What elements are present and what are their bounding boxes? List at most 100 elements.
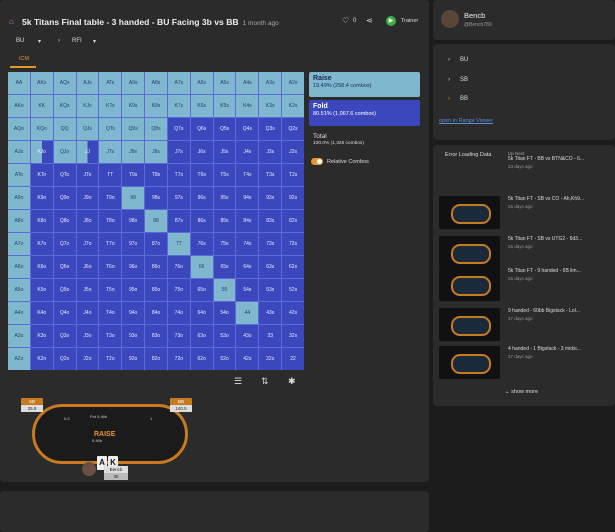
hand-cell[interactable]: 97s bbox=[167, 187, 190, 209]
hand-cell[interactable]: AJs bbox=[76, 72, 99, 94]
heart-icon[interactable]: ♡ bbox=[342, 16, 349, 25]
hand-cell[interactable]: T2o bbox=[99, 348, 122, 370]
hand-cell[interactable]: K3o bbox=[30, 325, 53, 347]
hand-cell[interactable]: T5s bbox=[213, 164, 236, 186]
hand-cell[interactable]: 98s bbox=[145, 187, 167, 209]
related-video-item[interactable]: 5k Titan FT - SB vs UTG2 - 6d3... 26 days… bbox=[508, 236, 613, 249]
hand-cell[interactable]: QTo bbox=[53, 164, 76, 186]
hand-cell[interactable]: Q6s bbox=[190, 118, 213, 140]
hand-cell[interactable]: 93o bbox=[122, 325, 145, 347]
show-more-button[interactable]: ⌄ show more bbox=[505, 389, 538, 395]
hand-cell[interactable]: 83o bbox=[145, 325, 167, 347]
hand-cell[interactable]: T8s bbox=[145, 164, 167, 186]
hand-cell[interactable]: KTs bbox=[99, 95, 122, 117]
hand-cell[interactable]: A9s bbox=[122, 72, 145, 94]
hand-cell[interactable]: J3o bbox=[76, 325, 99, 347]
hand-cell[interactable]: A9o bbox=[8, 187, 30, 209]
hand-cell[interactable]: 82o bbox=[145, 348, 167, 370]
hand-cell[interactable]: J6o bbox=[76, 256, 99, 278]
hand-cell[interactable]: A2s bbox=[282, 72, 304, 94]
hand-cell[interactable]: 85s bbox=[213, 210, 236, 232]
hand-cell[interactable]: JJ bbox=[76, 141, 99, 163]
hand-cell[interactable]: 53o bbox=[213, 325, 236, 347]
hand-cell[interactable]: A6s bbox=[190, 72, 213, 94]
seat-bb[interactable]: BB 140.5 bbox=[170, 398, 192, 412]
hand-cell[interactable]: J8s bbox=[145, 141, 167, 163]
hand-cell[interactable]: Q5s bbox=[213, 118, 236, 140]
hand-cell[interactable]: T3o bbox=[99, 325, 122, 347]
hand-cell[interactable]: KQs bbox=[53, 95, 76, 117]
hand-cell[interactable]: A7o bbox=[8, 233, 30, 255]
hand-cell[interactable]: 92s bbox=[282, 187, 304, 209]
hand-cell[interactable]: K4o bbox=[30, 302, 53, 324]
hand-cell[interactable]: AKo bbox=[8, 95, 30, 117]
hand-cell[interactable]: 96o bbox=[122, 256, 145, 278]
hand-cell[interactable]: 77 bbox=[167, 233, 190, 255]
hand-cell[interactable]: K2s bbox=[282, 95, 304, 117]
relative-combos-toggle[interactable] bbox=[311, 158, 323, 165]
hand-cell[interactable]: T4s bbox=[236, 164, 259, 186]
hand-cell[interactable]: J5o bbox=[76, 279, 99, 301]
video-thumbnail[interactable] bbox=[439, 346, 500, 379]
related-video-item[interactable]: 5k Titan FT - 9 handed - 6B lim... 26 day… bbox=[508, 268, 613, 281]
hand-cell[interactable]: 62s bbox=[282, 256, 304, 278]
hand-cell[interactable]: Q3o bbox=[53, 325, 76, 347]
hand-cell[interactable]: Q6o bbox=[53, 256, 76, 278]
hand-cell[interactable]: T9o bbox=[99, 187, 122, 209]
hand-cell[interactable]: 42o bbox=[236, 348, 259, 370]
hand-cell[interactable]: 96s bbox=[190, 187, 213, 209]
hand-cell[interactable]: K8o bbox=[30, 210, 53, 232]
hand-cell[interactable]: K9o bbox=[30, 187, 53, 209]
hand-cell[interactable]: 83s bbox=[259, 210, 282, 232]
open-range-viewer-link[interactable]: open in Range Viewer bbox=[439, 118, 493, 124]
hand-cell[interactable]: 84s bbox=[236, 210, 259, 232]
hand-cell[interactable]: 32s bbox=[282, 325, 304, 347]
nav-item-sb[interactable]: › SB bbox=[448, 77, 468, 83]
hand-cell[interactable]: T4o bbox=[99, 302, 122, 324]
hand-cell[interactable]: K4s bbox=[236, 95, 259, 117]
hand-cell[interactable]: A5s bbox=[213, 72, 236, 94]
hand-cell[interactable]: 75s bbox=[213, 233, 236, 255]
hand-cell[interactable]: QQ bbox=[53, 118, 76, 140]
hand-cell[interactable]: T2s bbox=[282, 164, 304, 186]
hand-cell[interactable]: 98o bbox=[122, 210, 145, 232]
list-icon[interactable]: ☰ bbox=[234, 376, 242, 387]
hand-cell[interactable]: KJs bbox=[76, 95, 99, 117]
hand-cell[interactable]: T5o bbox=[99, 279, 122, 301]
hand-cell[interactable]: 62o bbox=[190, 348, 213, 370]
trainer-button[interactable]: Trainer bbox=[401, 18, 418, 24]
hand-cell[interactable]: 95o bbox=[122, 279, 145, 301]
hand-cell[interactable]: A3s bbox=[259, 72, 282, 94]
hand-cell[interactable]: K6s bbox=[190, 95, 213, 117]
hand-cell[interactable]: 87s bbox=[167, 210, 190, 232]
hand-cell[interactable]: J2o bbox=[76, 348, 99, 370]
play-icon[interactable]: ▶ bbox=[386, 16, 396, 26]
hand-cell[interactable]: A6o bbox=[8, 256, 30, 278]
hand-cell[interactable]: 53s bbox=[259, 279, 282, 301]
hand-cell[interactable]: Q4s bbox=[236, 118, 259, 140]
hand-cell[interactable]: JTo bbox=[76, 164, 99, 186]
hand-cell[interactable]: 65o bbox=[190, 279, 213, 301]
related-video-item[interactable]: 5k Titan FT - SB vs CO - Ah,Kh9... 26 day… bbox=[508, 196, 613, 209]
hand-cell[interactable]: 74s bbox=[236, 233, 259, 255]
related-video-item[interactable]: 4 handed - 1 Bigstack - 3 midsi... 27 day… bbox=[508, 346, 613, 359]
hand-cell[interactable]: 66 bbox=[190, 256, 213, 278]
hand-cell[interactable]: J5s bbox=[213, 141, 236, 163]
hand-cell[interactable]: Q9s bbox=[122, 118, 145, 140]
hand-cell[interactable]: J7o bbox=[76, 233, 99, 255]
hand-cell[interactable]: J2s bbox=[282, 141, 304, 163]
hand-cell[interactable]: TT bbox=[99, 164, 122, 186]
sort-icon[interactable]: ⇅ bbox=[261, 376, 269, 387]
hand-cell[interactable]: 63o bbox=[190, 325, 213, 347]
share-icon[interactable]: ⋖ bbox=[366, 16, 373, 25]
hand-cell[interactable]: 43s bbox=[259, 302, 282, 324]
chevron-down-icon[interactable]: ▾ bbox=[38, 38, 41, 45]
tab-icm[interactable]: ICM bbox=[19, 56, 29, 62]
hand-cell[interactable]: AQs bbox=[53, 72, 76, 94]
hand-cell[interactable]: 44 bbox=[236, 302, 259, 324]
hand-cell[interactable]: Q2s bbox=[282, 118, 304, 140]
hand-cell[interactable]: 73o bbox=[167, 325, 190, 347]
hand-cell[interactable]: 64s bbox=[236, 256, 259, 278]
nav-item-bb[interactable]: › BB bbox=[448, 96, 468, 102]
hand-cell[interactable]: AQo bbox=[8, 118, 30, 140]
